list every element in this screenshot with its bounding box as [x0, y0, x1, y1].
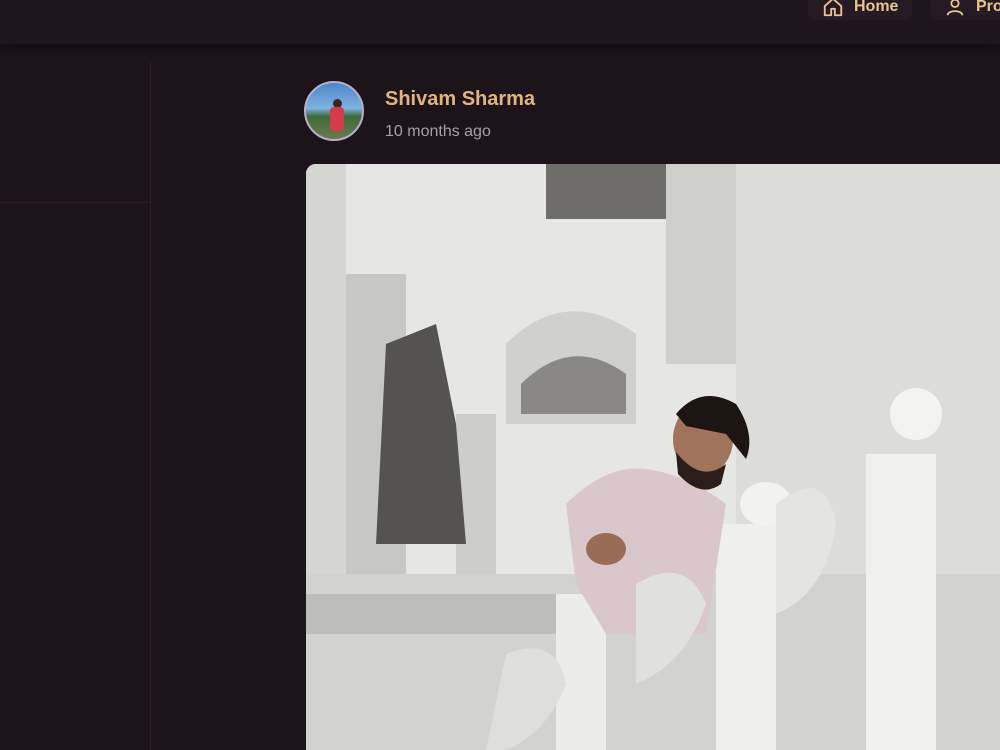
home-icon — [823, 0, 843, 17]
author-avatar[interactable] — [304, 81, 364, 141]
photo-illustration — [306, 164, 1000, 750]
home-nav-button[interactable]: Home — [808, 0, 913, 20]
home-nav-label: Home — [854, 0, 899, 15]
profile-nav-button[interactable]: Profile — [930, 0, 1000, 20]
author-name[interactable]: Shivam Sharma — [385, 88, 535, 111]
avatar-person-body — [330, 107, 344, 131]
user-icon — [946, 0, 964, 16]
post-timestamp: 10 months ago — [385, 123, 491, 140]
post-photo[interactable] — [306, 164, 1000, 750]
sidebar-divider — [0, 202, 150, 203]
left-sidebar — [0, 62, 151, 750]
top-navigation-bar: Home Profile — [0, 0, 1000, 44]
profile-nav-label: Profile — [976, 0, 1000, 15]
